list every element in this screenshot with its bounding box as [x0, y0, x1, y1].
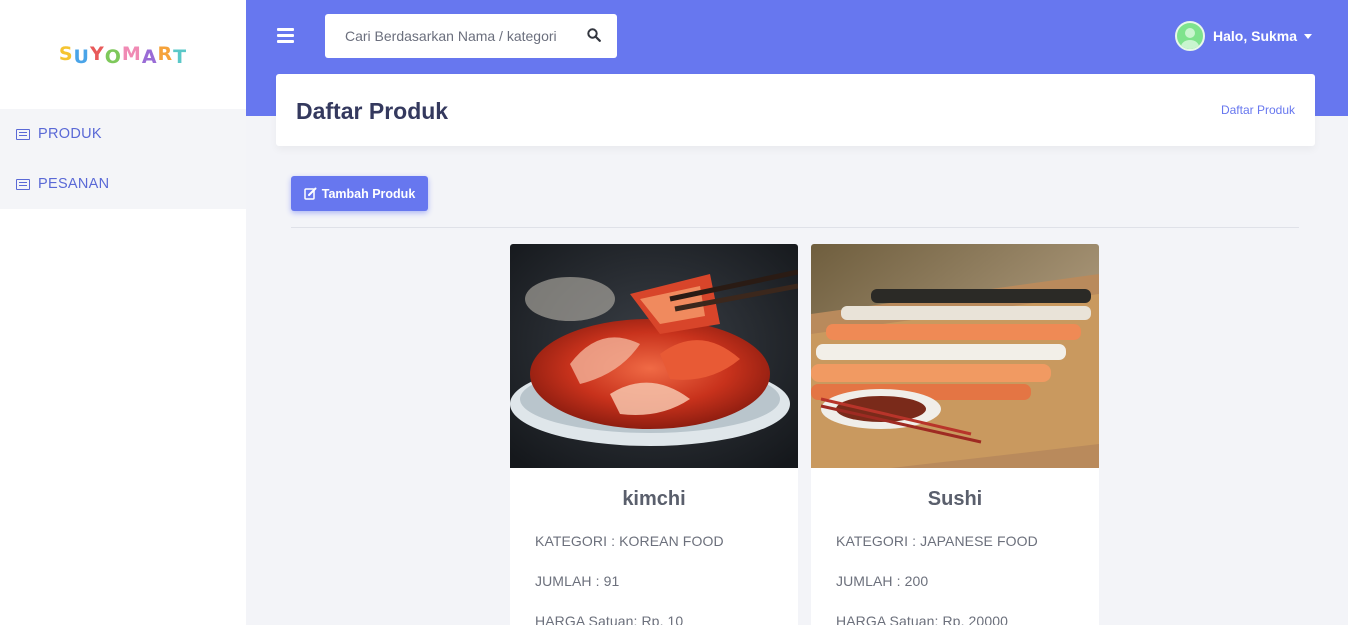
- logo-text: SUYOMART: [58, 42, 188, 68]
- add-product-button[interactable]: Tambah Produk: [291, 176, 428, 211]
- product-quantity: JUMLAH : 91: [510, 573, 798, 589]
- divider: [291, 227, 1299, 228]
- logo-letter: R: [157, 42, 174, 65]
- logo-letter: U: [73, 45, 90, 68]
- logo-letter: A: [141, 45, 158, 68]
- chevron-down-icon: [1304, 33, 1313, 39]
- search-icon[interactable]: [587, 28, 601, 42]
- sidebar-item-label: PESANAN: [38, 176, 110, 192]
- sidebar: SUYOMART PRODUK PESANAN: [0, 0, 246, 625]
- user-menu[interactable]: Halo, Sukma: [1175, 21, 1313, 51]
- search-box: [325, 14, 617, 58]
- sidebar-item-label: PRODUK: [38, 126, 102, 142]
- search-input[interactable]: [325, 28, 570, 44]
- kimchi-photo: [510, 244, 798, 468]
- hamburger-menu-icon[interactable]: [277, 28, 294, 43]
- product-name: Sushi: [927, 488, 983, 510]
- category-value: JAPANESE FOOD: [920, 533, 1038, 549]
- price-value: Rp. 10: [641, 613, 684, 625]
- page-title: Daftar Produk: [296, 98, 449, 124]
- product-category: KATEGORI : KOREAN FOOD: [510, 533, 798, 549]
- brand-logo[interactable]: SUYOMART: [0, 0, 246, 109]
- product-name: kimchi: [622, 488, 686, 510]
- logo-letter: Y: [89, 42, 105, 65]
- sidebar-menu: PRODUK PESANAN: [0, 109, 246, 209]
- category-value: KOREAN FOOD: [619, 533, 724, 549]
- logo-letter: M: [121, 42, 142, 65]
- price-label: HARGA Satuan:: [836, 613, 939, 625]
- product-quantity: JUMLAH : 200: [811, 573, 1099, 589]
- page-header: Daftar Produk Daftar Produk: [276, 74, 1315, 146]
- sidebar-item-produk[interactable]: PRODUK: [0, 109, 246, 159]
- category-label: KATEGORI :: [836, 533, 917, 549]
- logo-letter: T: [173, 45, 188, 68]
- logo-letter: S: [58, 42, 74, 65]
- sidebar-item-pesanan[interactable]: PESANAN: [0, 159, 246, 209]
- product-price: HARGA Satuan: Rp. 10: [510, 613, 798, 625]
- product-card: Sushi KATEGORI : JAPANESE FOOD JUMLAH : …: [811, 244, 1099, 625]
- add-product-label: Tambah Produk: [321, 186, 416, 201]
- product-price: HARGA Satuan: Rp. 20000: [811, 613, 1099, 625]
- list-icon: [16, 128, 30, 140]
- breadcrumb[interactable]: Daftar Produk: [1221, 103, 1295, 117]
- user-greeting: Halo, Sukma: [1213, 28, 1298, 44]
- quantity-value: 200: [904, 573, 929, 589]
- price-value: Rp. 20000: [942, 613, 1008, 625]
- edit-icon: [303, 187, 317, 200]
- quantity-label: JUMLAH :: [836, 573, 901, 589]
- sushi-photo: [811, 244, 1099, 468]
- category-label: KATEGORI :: [535, 533, 616, 549]
- quantity-value: 91: [603, 573, 620, 589]
- product-category: KATEGORI : JAPANESE FOOD: [811, 533, 1099, 549]
- list-icon: [16, 178, 30, 190]
- logo-letter: O: [104, 45, 122, 68]
- price-label: HARGA Satuan:: [535, 613, 638, 625]
- product-card: kimchi KATEGORI : KOREAN FOOD JUMLAH : 9…: [510, 244, 798, 625]
- quantity-label: JUMLAH :: [535, 573, 600, 589]
- avatar: [1175, 21, 1205, 51]
